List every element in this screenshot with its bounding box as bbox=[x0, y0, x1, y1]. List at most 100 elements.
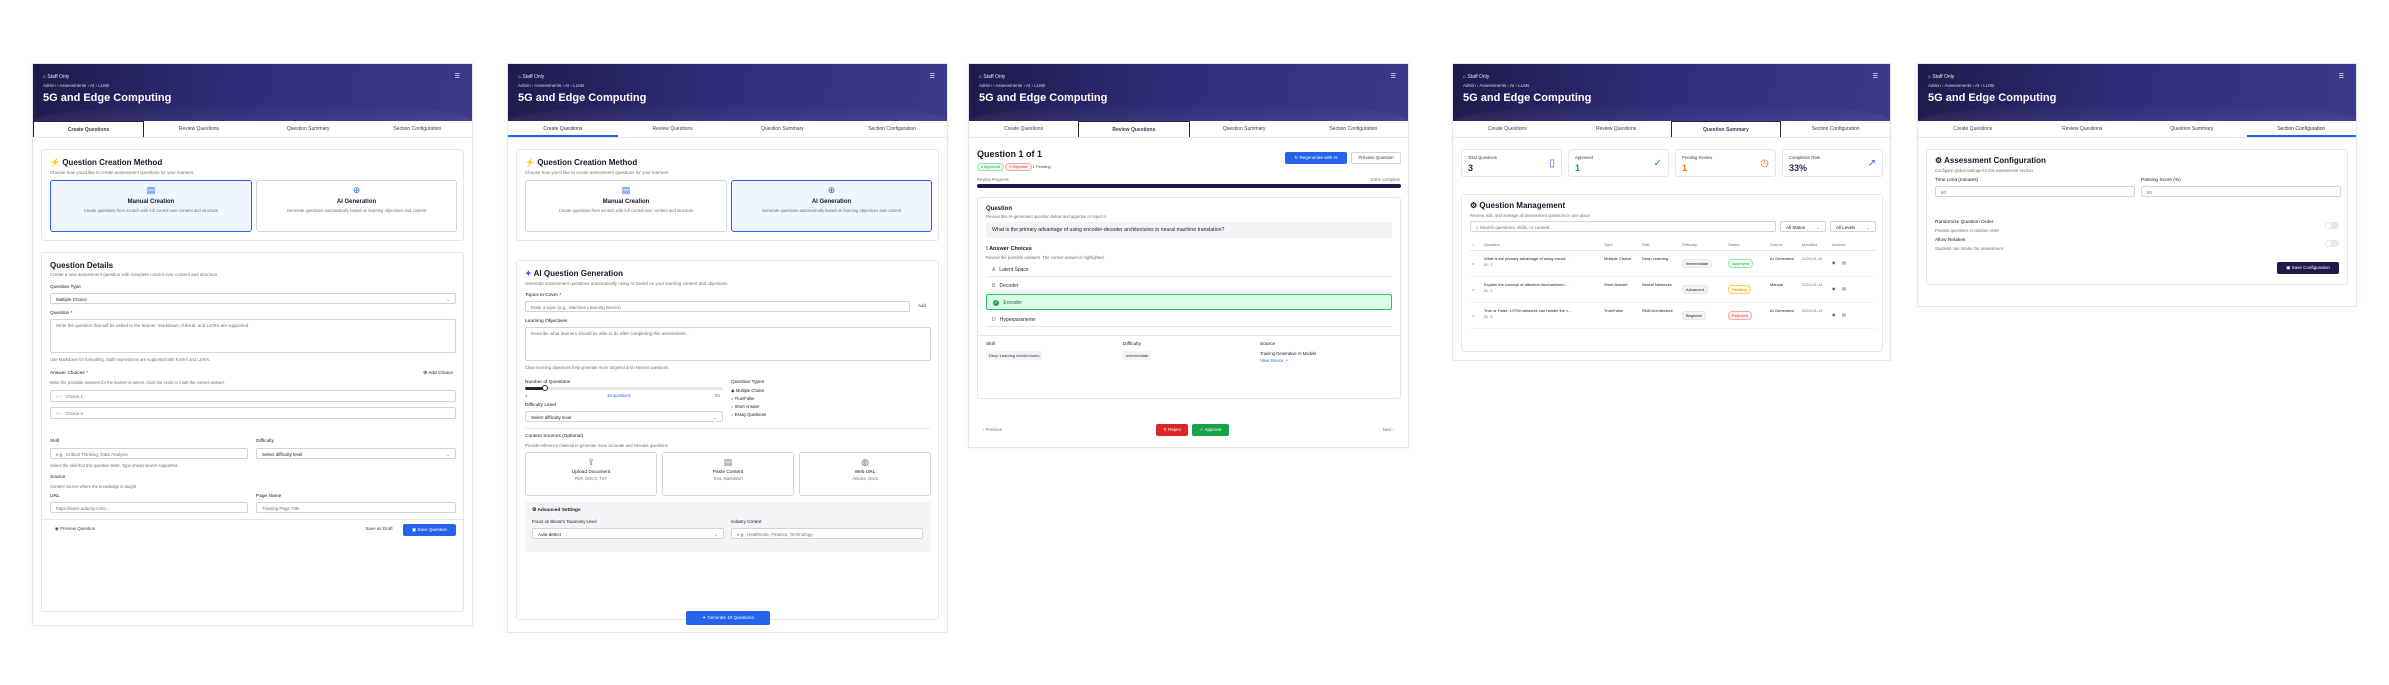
next-button[interactable]: Next › bbox=[1383, 427, 1394, 432]
menu-icon[interactable]: ☰ bbox=[2339, 73, 2344, 80]
time-limit-input[interactable]: 60 bbox=[1935, 186, 2135, 197]
breadcrumb[interactable]: Admin › Assessments › AI › LLMs bbox=[979, 83, 1045, 88]
eye-icon: ◉ bbox=[54, 526, 59, 531]
drag-icon[interactable]: ⁝ bbox=[60, 411, 61, 416]
tab-section-configuration[interactable]: Section Configuration bbox=[837, 121, 947, 137]
menu-icon[interactable]: ☰ bbox=[1391, 73, 1396, 80]
table-row[interactable]: ○ What is the primary advantage of using … bbox=[1470, 253, 1876, 277]
tab-question-summary[interactable]: Question Summary bbox=[1190, 121, 1299, 137]
reject-button[interactable]: ✕ Reject bbox=[1156, 424, 1188, 436]
edit-icon[interactable]: ▤ bbox=[1842, 286, 1846, 291]
manual-creation-option[interactable]: ▤ Manual Creation Create questions from … bbox=[525, 180, 727, 232]
skill-cell: RNN Architecture bbox=[1642, 308, 1673, 313]
difficulty-select[interactable]: Select difficulty level ⌄ bbox=[256, 448, 456, 459]
approve-button[interactable]: ✓ Approve bbox=[1192, 424, 1229, 436]
save-configuration-button[interactable]: ▣ Save Configuration bbox=[2277, 262, 2339, 274]
view-source-link[interactable]: View Source ↗ bbox=[1260, 358, 1288, 363]
view-icon[interactable]: ◉ bbox=[1832, 286, 1836, 291]
preview-question-button[interactable]: Preview Question bbox=[1351, 152, 1401, 164]
tab-create-questions[interactable]: Create Questions bbox=[508, 121, 618, 137]
list-icon: ⁝ bbox=[986, 246, 988, 252]
edit-icon[interactable]: ▤ bbox=[1842, 312, 1846, 317]
skill-input[interactable]: e.g., Critical Thinking, Data Analysis bbox=[50, 448, 248, 459]
url-input[interactable]: https://learn.udacity.com/... bbox=[50, 502, 248, 513]
objectives-textarea[interactable]: Describe what learners should be able to… bbox=[525, 327, 931, 361]
tab-review-questions[interactable]: Review Questions bbox=[144, 121, 253, 137]
row-checkbox[interactable]: ○ bbox=[1472, 261, 1474, 266]
tab-question-summary[interactable]: Question Summary bbox=[2137, 121, 2247, 137]
radio-icon[interactable]: ○ bbox=[56, 394, 59, 399]
question-count-slider[interactable] bbox=[525, 385, 723, 391]
edit-icon[interactable]: ▤ bbox=[1842, 260, 1846, 265]
manual-creation-option[interactable]: ▤ Manual Creation Create questions from … bbox=[50, 180, 252, 232]
select-all-checkbox[interactable]: ○ bbox=[1472, 242, 1474, 247]
bloom-select[interactable]: Auto-detect ⌄ bbox=[532, 528, 724, 539]
row-checkbox[interactable]: ○ bbox=[1472, 313, 1474, 318]
question-textarea[interactable]: Write the question that will be asked to… bbox=[50, 319, 456, 353]
drag-icon[interactable]: ⁝ bbox=[60, 394, 61, 399]
page-name-input[interactable]: Training Page Title bbox=[256, 502, 456, 513]
chevron-down-icon: ⌄ bbox=[714, 532, 718, 537]
row-checkbox[interactable]: ○ bbox=[1472, 287, 1474, 292]
tab-create-questions[interactable]: Create Questions bbox=[969, 121, 1078, 137]
previous-button[interactable]: ‹ Previous bbox=[983, 427, 1002, 432]
type-option[interactable]: ○ Essay Questions bbox=[731, 412, 766, 417]
ai-generation-option[interactable]: ⊕ AI Generation Generate questions autom… bbox=[731, 180, 932, 232]
radio-icon[interactable]: ○ bbox=[56, 411, 59, 416]
add-topic-button[interactable]: Add bbox=[913, 301, 931, 312]
tab-review-questions[interactable]: Review Questions bbox=[618, 121, 728, 137]
choice-2-input[interactable]: ○ ⁝ Choice 2 bbox=[50, 407, 456, 419]
level-filter[interactable]: All Levels ⌄ bbox=[1830, 221, 1876, 232]
status-badge: Rejected bbox=[1728, 311, 1752, 320]
tab-section-configuration[interactable]: Section Configuration bbox=[1299, 121, 1408, 137]
breadcrumb[interactable]: Admin › Assessments › AI › LLMs bbox=[43, 83, 109, 88]
tab-create-questions[interactable]: Create Questions bbox=[33, 121, 145, 137]
tab-question-summary[interactable]: Question Summary bbox=[1670, 121, 1782, 137]
preview-question-button[interactable]: ◉ Preview Question bbox=[50, 524, 100, 536]
paste-content-option[interactable]: ▤ Paste Content Text, Markdown bbox=[662, 452, 794, 496]
upload-document-option[interactable]: ⇪ Upload Document PDF, DOCX, TXT bbox=[525, 452, 657, 496]
table-row[interactable]: ○ True or False: LSTM networks can handle… bbox=[1470, 305, 1876, 329]
topic-input[interactable]: Enter a topic (e.g., Machine Learning Ba… bbox=[525, 301, 910, 312]
question-type-select[interactable]: Multiple Choice ⌄ bbox=[50, 293, 456, 304]
breadcrumb[interactable]: Admin › Assessments › AI › LLMs bbox=[1928, 83, 1994, 88]
randomize-toggle[interactable] bbox=[2325, 222, 2339, 229]
add-choice-button[interactable]: ⊕ Add Choice bbox=[423, 371, 453, 376]
table-row[interactable]: ○ Explain the concept of attention mechan… bbox=[1470, 279, 1876, 303]
tab-section-configuration[interactable]: Section Configuration bbox=[2246, 121, 2356, 137]
type-option[interactable]: ◉ Multiple Choice bbox=[731, 388, 764, 393]
tab-create-questions[interactable]: Create Questions bbox=[1918, 121, 2028, 137]
refresh-icon: ↻ bbox=[1294, 155, 1299, 160]
menu-icon[interactable]: ☰ bbox=[455, 73, 460, 80]
save-question-button[interactable]: ▣ Save Question bbox=[403, 524, 456, 536]
breadcrumb[interactable]: Admin › Assessments › AI › LLMs bbox=[1463, 83, 1529, 88]
slider-thumb[interactable] bbox=[541, 385, 548, 391]
menu-icon[interactable]: ☰ bbox=[1873, 73, 1878, 80]
passing-score-input[interactable]: 80 bbox=[2141, 186, 2341, 197]
choice-1-input[interactable]: ○ ⁝ Choice 1 bbox=[50, 390, 456, 402]
tab-review-questions[interactable]: Review Questions bbox=[2028, 121, 2138, 137]
type-option[interactable]: ○ Short Answer bbox=[731, 404, 760, 409]
view-icon[interactable]: ◉ bbox=[1832, 312, 1836, 317]
industry-input[interactable]: e.g., Healthcare, Finance, Technology bbox=[731, 528, 923, 539]
tab-create-questions[interactable]: Create Questions bbox=[1453, 121, 1562, 137]
breadcrumb[interactable]: Admin › Assessments › AI › LLMs bbox=[518, 83, 584, 88]
ai-generation-option[interactable]: ⊕ AI Generation Generate questions autom… bbox=[256, 180, 457, 232]
web-url-option[interactable]: ◍ Web URL Articles, Docs bbox=[799, 452, 931, 496]
view-icon[interactable]: ◉ bbox=[1832, 260, 1836, 265]
difficulty-select[interactable]: Select difficulty level ⌄ bbox=[525, 411, 723, 422]
menu-icon[interactable]: ☰ bbox=[930, 73, 935, 80]
tab-question-summary[interactable]: Question Summary bbox=[254, 121, 363, 137]
retakes-toggle[interactable] bbox=[2325, 240, 2339, 247]
tab-section-configuration[interactable]: Section Configuration bbox=[1781, 121, 1890, 137]
tab-review-questions[interactable]: Review Questions bbox=[1078, 121, 1190, 137]
regenerate-button[interactable]: ↻ Regenerate with AI bbox=[1285, 152, 1347, 164]
tab-section-configuration[interactable]: Section Configuration bbox=[363, 121, 472, 137]
tab-review-questions[interactable]: Review Questions bbox=[1562, 121, 1671, 137]
generate-questions-button[interactable]: ✦ Generate 10 Questions bbox=[686, 611, 770, 625]
save-draft-button[interactable]: Save as Draft bbox=[359, 524, 399, 536]
search-input[interactable]: ⌕ Search questions, skills, or content..… bbox=[1470, 221, 1776, 232]
type-option[interactable]: ○ True/False bbox=[731, 396, 754, 401]
tab-question-summary[interactable]: Question Summary bbox=[728, 121, 838, 137]
status-filter[interactable]: All Status ⌄ bbox=[1780, 221, 1826, 232]
